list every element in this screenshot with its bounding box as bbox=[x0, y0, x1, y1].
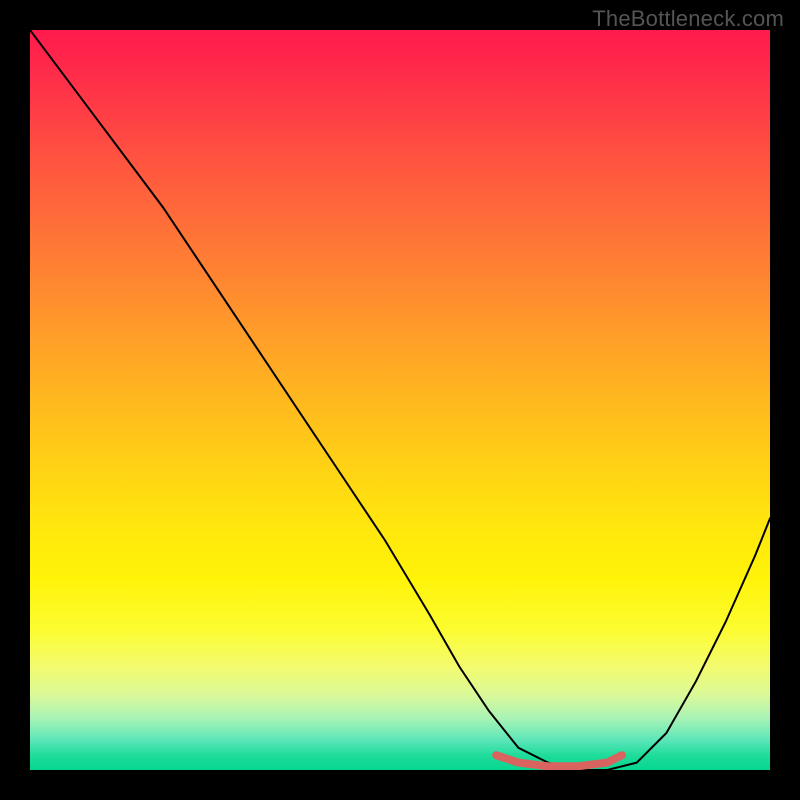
chart-frame: TheBottleneck.com bbox=[0, 0, 800, 800]
watermark-text: TheBottleneck.com bbox=[592, 6, 784, 32]
flat-minimum-highlight bbox=[496, 755, 622, 766]
plot-area bbox=[30, 30, 770, 770]
bottleneck-curve bbox=[30, 30, 770, 770]
curve-svg bbox=[30, 30, 770, 770]
